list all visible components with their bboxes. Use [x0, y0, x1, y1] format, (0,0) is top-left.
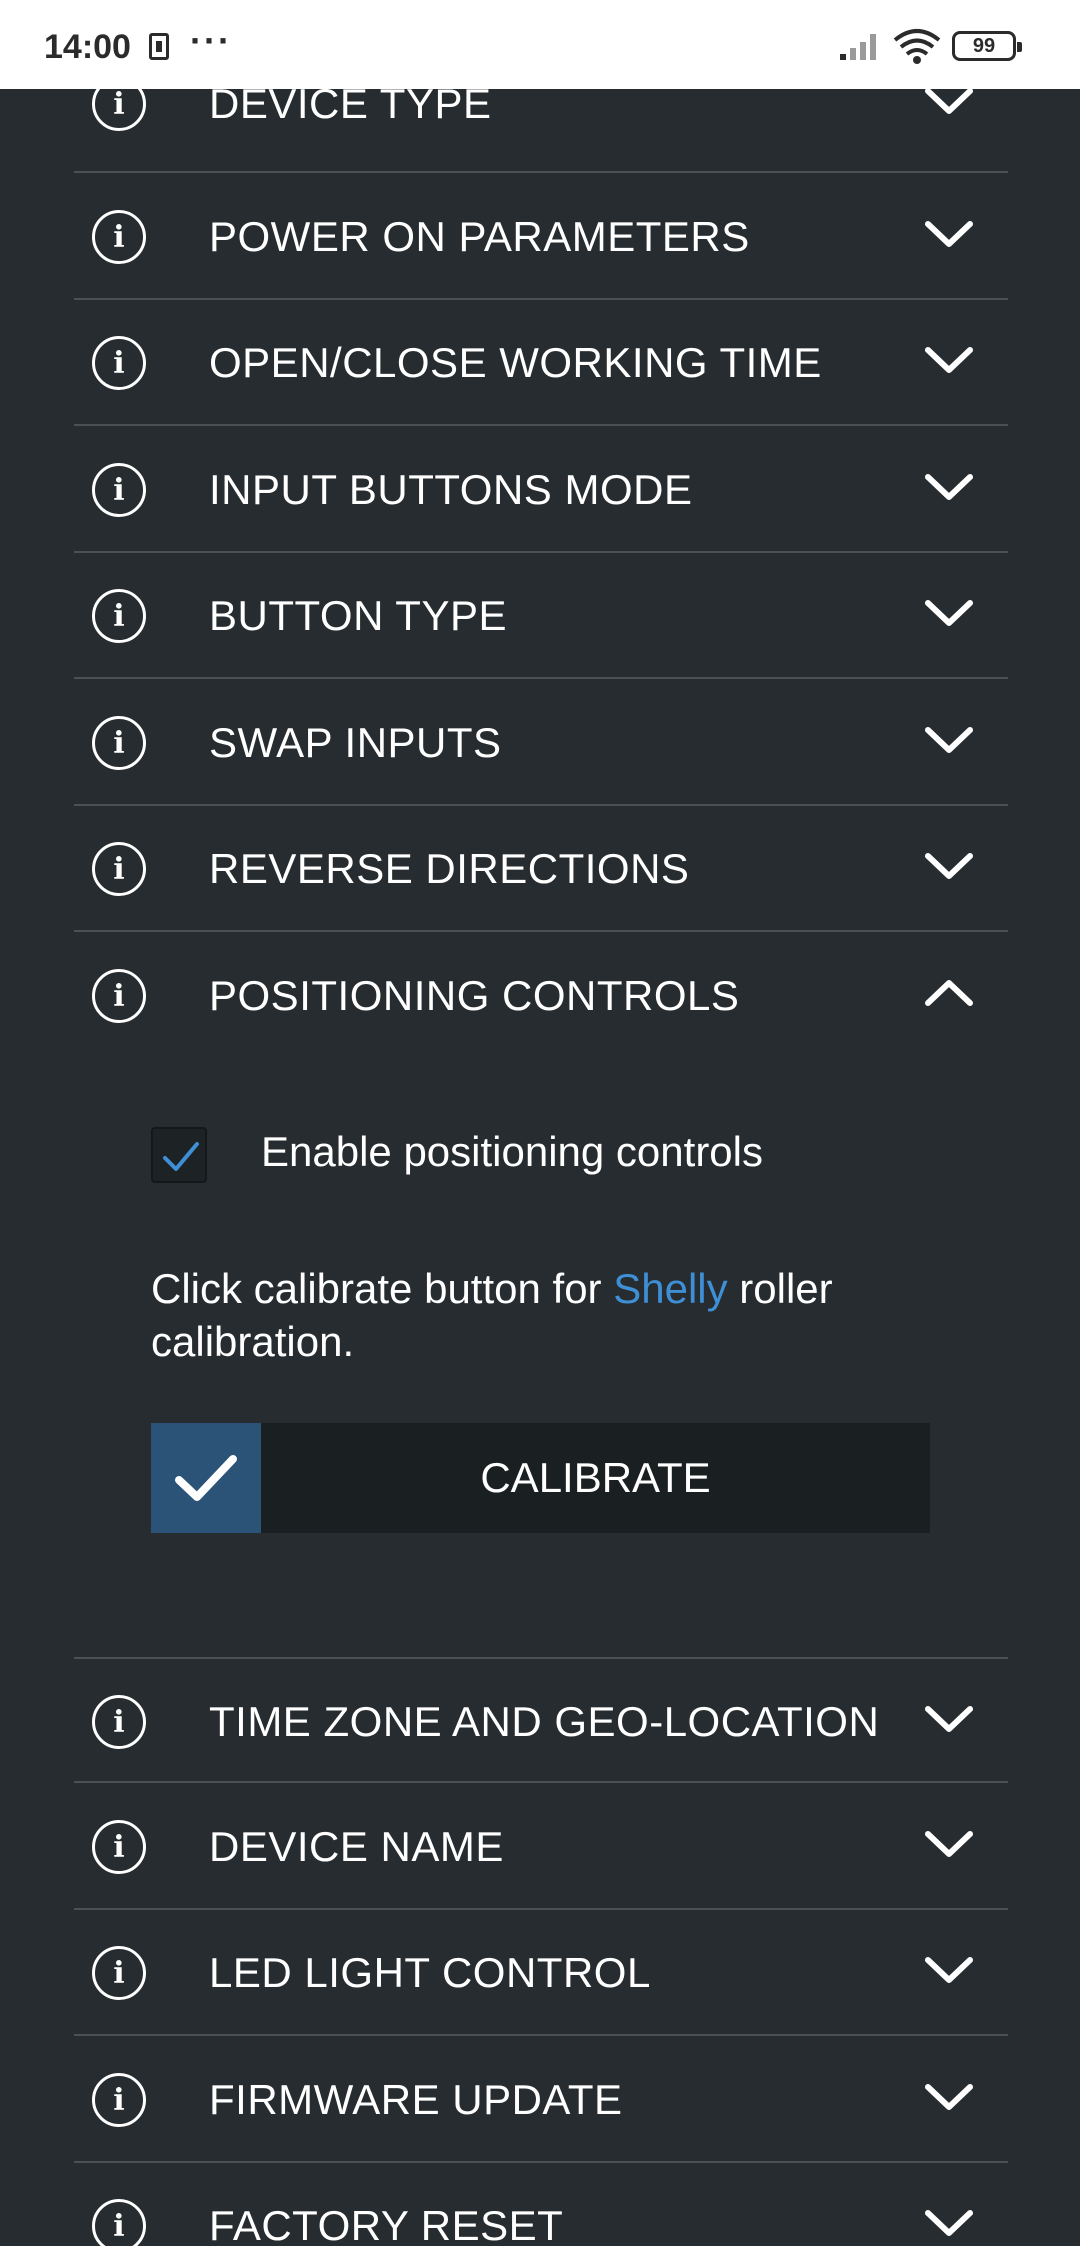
section-firmware-update[interactable]: i FIRMWARE UPDATE	[74, 2037, 1008, 2163]
chevron-down-icon[interactable]	[924, 85, 974, 117]
section-factory-reset[interactable]: i FACTORY RESET	[74, 2163, 1008, 2246]
info-icon[interactable]: i	[92, 1695, 146, 1749]
section-label: POSITIONING CONTROLS	[209, 972, 740, 1019]
chevron-down-icon[interactable]	[924, 1703, 974, 1735]
chevron-up-icon[interactable]	[924, 977, 974, 1009]
chevron-down-icon[interactable]	[924, 724, 974, 756]
instruction-text: Click calibrate button for	[151, 1265, 614, 1312]
calibrate-check[interactable]	[151, 1423, 261, 1533]
enable-positioning-label[interactable]: Enable positioning controls	[261, 1128, 763, 1176]
section-reverse-directions[interactable]: i REVERSE DIRECTIONS	[74, 806, 1008, 932]
info-icon[interactable]: i	[92, 969, 146, 1023]
section-label: LED LIGHT CONTROL	[209, 1949, 651, 1996]
chevron-down-icon[interactable]	[924, 344, 974, 376]
section-open-close-working-time[interactable]: i OPEN/CLOSE WORKING TIME	[74, 300, 1008, 426]
status-bar: 14:00 ··· 99	[0, 0, 1080, 89]
chevron-down-icon[interactable]	[924, 1828, 974, 1860]
chevron-down-icon[interactable]	[924, 2207, 974, 2239]
section-led-light-control[interactable]: i LED LIGHT CONTROL	[74, 1910, 1008, 2036]
section-label: BUTTON TYPE	[209, 592, 508, 639]
checkmark-icon	[175, 1455, 237, 1501]
section-label: OPEN/CLOSE WORKING TIME	[209, 339, 822, 386]
chevron-down-icon[interactable]	[924, 218, 974, 250]
info-icon[interactable]: i	[92, 1946, 146, 2000]
section-label: INPUT BUTTONS MODE	[209, 466, 693, 513]
wifi-icon	[893, 29, 941, 64]
chevron-down-icon[interactable]	[924, 471, 974, 503]
section-label: DEVICE NAME	[209, 1823, 504, 1870]
info-icon[interactable]: i	[92, 210, 146, 264]
info-icon[interactable]: i	[92, 842, 146, 896]
section-power-on-parameters[interactable]: i POWER ON PARAMETERS	[74, 174, 1008, 300]
calibrate-button[interactable]: CALIBRATE	[151, 1423, 930, 1533]
info-icon[interactable]: i	[92, 1820, 146, 1874]
info-icon[interactable]: i	[92, 716, 146, 770]
chevron-down-icon[interactable]	[924, 850, 974, 882]
section-label: TIME ZONE AND GEO-LOCATION	[209, 1698, 880, 1745]
section-label: SWAP INPUTS	[209, 719, 502, 766]
shelly-brand-link[interactable]: Shelly	[613, 1265, 727, 1312]
enable-positioning-checkbox[interactable]	[151, 1127, 207, 1183]
calibration-instructions: Click calibrate button for Shelly roller…	[151, 1262, 951, 1368]
info-icon[interactable]: i	[92, 336, 146, 390]
section-time-zone-geo-location[interactable]: i TIME ZONE AND GEO-LOCATION	[74, 1657, 1008, 1783]
chevron-down-icon[interactable]	[924, 1954, 974, 1986]
section-input-buttons-mode[interactable]: i INPUT BUTTONS MODE	[74, 427, 1008, 553]
calibrate-button-label: CALIBRATE	[480, 1454, 711, 1501]
section-label: REVERSE DIRECTIONS	[209, 845, 690, 892]
status-time: 14:00	[44, 28, 131, 66]
section-device-name[interactable]: i DEVICE NAME	[74, 1784, 1008, 1910]
chevron-down-icon[interactable]	[924, 597, 974, 629]
more-notifications-icon: ···	[190, 20, 232, 61]
info-icon[interactable]: i	[92, 589, 146, 643]
section-label: FIRMWARE UPDATE	[209, 2076, 623, 2123]
info-icon[interactable]: i	[92, 463, 146, 517]
battery-icon: 99	[952, 31, 1022, 61]
checkmark-icon	[163, 1142, 199, 1171]
info-icon[interactable]: i	[92, 2073, 146, 2127]
section-positioning-controls[interactable]: i POSITIONING CONTROLS	[74, 933, 1008, 1059]
info-icon[interactable]: i	[92, 2199, 146, 2246]
signal-strength-icon	[840, 34, 876, 60]
chevron-down-icon[interactable]	[924, 2081, 974, 2113]
section-label: FACTORY RESET	[209, 2202, 564, 2246]
section-swap-inputs[interactable]: i SWAP INPUTS	[74, 680, 1008, 806]
section-button-type[interactable]: i BUTTON TYPE	[74, 553, 1008, 679]
sim-card-icon	[149, 33, 169, 60]
section-label: POWER ON PARAMETERS	[209, 213, 750, 260]
